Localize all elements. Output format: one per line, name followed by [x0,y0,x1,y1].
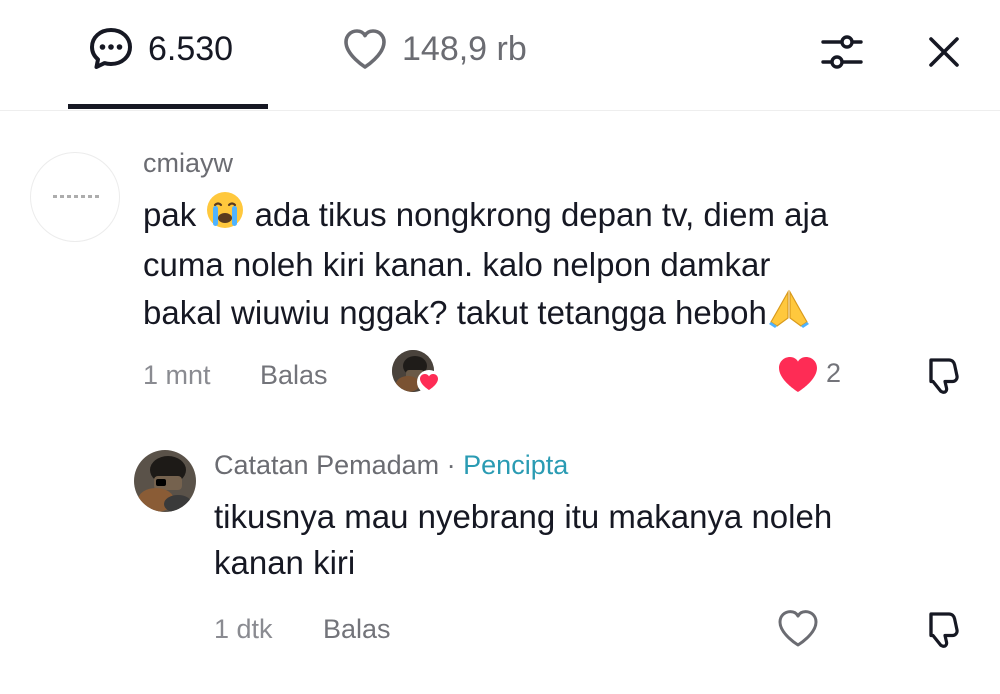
comment-text-segment: bakal wiuwiu nggak? takut tetangga heboh [143,294,767,331]
comment-timestamp: 1 dtk [214,614,273,644]
dislike-icon[interactable] [918,606,966,652]
avatar[interactable] [134,450,196,512]
comments-header: 6.530 148,9 rb [0,0,1000,110]
heart-filled-icon [417,370,441,394]
comment-text-segment: pak [143,196,197,233]
comment-line: kanan kiri [214,544,356,581]
heart-outline-icon [342,27,388,71]
avatar-scribble [53,195,101,198]
heart-filled-icon [779,357,817,392]
comment-line: pak ada tikus nongkrong depan tv, diem a… [143,190,828,242]
folded-hands-emoji [767,288,811,340]
like-count: 148,9 rb [402,29,527,68]
header-divider [0,110,1000,111]
creator-badge: Pencipta [463,450,569,480]
comment-bubble-icon [88,26,134,72]
comment-username[interactable]: Catatan Pemadam [214,450,439,480]
comments-tab[interactable]: 6.530 [88,22,233,76]
likes-tab[interactable]: 148,9 rb [342,22,527,76]
creator-liked-badge [392,350,444,396]
comment-username[interactable]: cmiayw [143,148,233,179]
comment-line: cuma noleh kiri kanan. kalo nelpon damka… [143,246,771,283]
reply-header: Catatan Pemadam · Pencipta [214,450,568,481]
reply-button[interactable]: Balas [260,360,328,391]
comment-line: tikusnya mau nyebrang itu makanya noleh [214,498,833,535]
comment-text: pak ada tikus nongkrong depan tv, diem a… [143,190,828,340]
active-tab-indicator [68,104,268,109]
comment-count: 6.530 [148,29,234,68]
comment-text: tikusnya mau nyebrang itu makanya noleh … [214,494,832,586]
heart-outline-icon [778,610,818,647]
crying-face-emoji [205,190,245,242]
comment-text-segment: ada tikus nongkrong depan tv, diem aja [254,196,829,233]
comment-line: bakal wiuwiu nggak? takut tetangga heboh [143,288,828,340]
dislike-icon[interactable] [918,352,966,398]
filter-sliders-icon[interactable] [816,26,868,78]
like-count: 2 [826,358,842,388]
comment-timestamp: 1 mnt [143,360,211,390]
close-icon[interactable] [918,26,970,78]
separator: · [446,450,456,480]
avatar[interactable] [30,152,120,242]
like-button[interactable] [774,352,822,396]
reply-button[interactable]: Balas [323,614,391,645]
like-button[interactable] [774,606,822,650]
